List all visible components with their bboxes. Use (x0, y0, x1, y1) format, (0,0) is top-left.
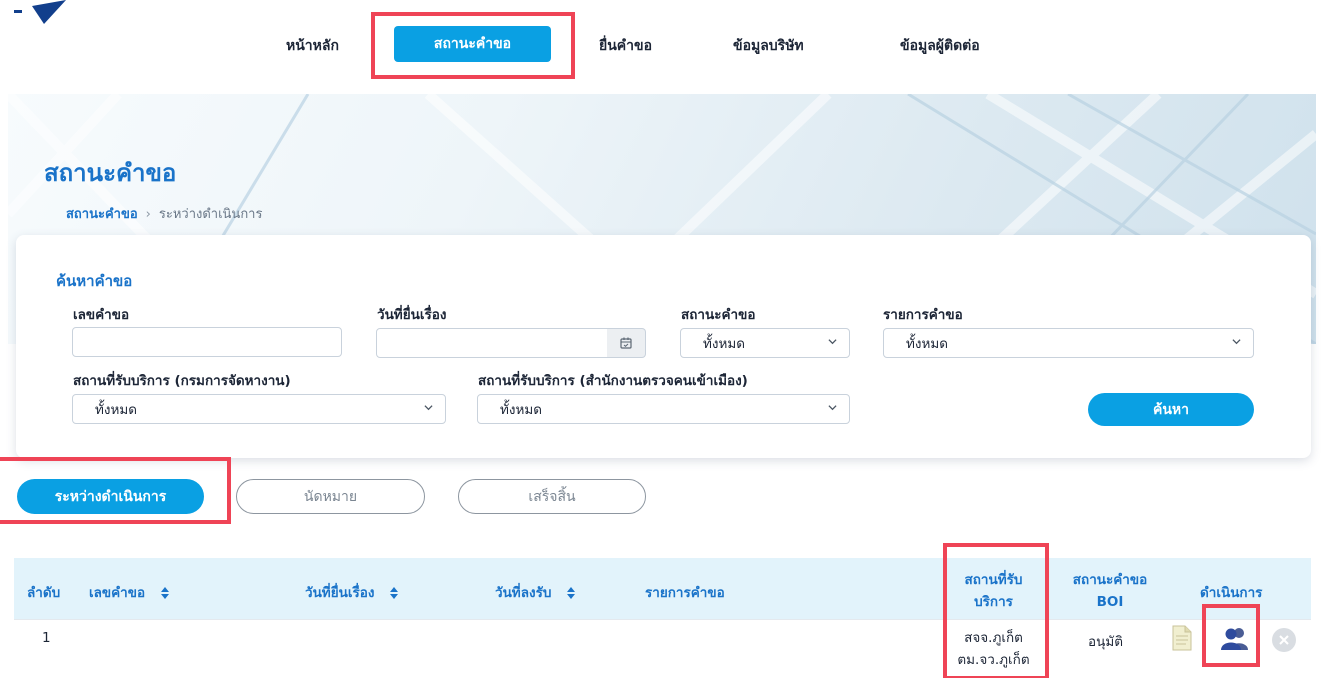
cancel-icon[interactable] (1271, 627, 1297, 653)
col-action: ดำเนินการ (1200, 585, 1263, 601)
page-title: สถานะคำขอ (44, 159, 177, 187)
sort-icon (390, 587, 399, 599)
breadcrumb: สถานะคำขอ › ระหว่างดำเนินการ (66, 203, 262, 224)
request-type-label: รายการคำขอ (883, 307, 963, 323)
col-signed-date[interactable]: วันที่ลงรับ (495, 581, 576, 603)
nav-company-info[interactable]: ข้อมูลบริษัท (733, 35, 804, 57)
status-select-value: ทั้งหมด (703, 336, 746, 352)
search-card-title: ค้นหาคำขอ (56, 272, 133, 290)
chevron-down-icon (828, 405, 837, 411)
breadcrumb-current: ระหว่างดำเนินการ (158, 207, 263, 222)
chevron-down-icon (1232, 339, 1241, 345)
search-button[interactable]: ค้นหา (1088, 393, 1254, 426)
service-doe-label: สถานที่รับบริการ (กรมการจัดหางาน) (73, 373, 291, 389)
highlight-tab-in-progress (0, 457, 231, 524)
service-doe-select-value: ทั้งหมด (95, 402, 138, 418)
service-imm-select-value: ทั้งหมด (500, 402, 543, 418)
highlight-service-place (943, 543, 1049, 678)
nav-submit-request[interactable]: ยื่นคำขอ (599, 35, 652, 57)
status-label: สถานะคำขอ (681, 307, 756, 323)
chevron-down-icon (424, 405, 433, 411)
document-icon[interactable] (1172, 625, 1192, 651)
col-request-type: รายการคำขอ (645, 585, 725, 601)
request-no-input[interactable] (72, 327, 342, 357)
breadcrumb-link[interactable]: สถานะคำขอ (66, 207, 138, 222)
tab-appointment[interactable]: นัดหมาย (236, 479, 425, 514)
table-header-divider (14, 619, 1311, 620)
row-index: 1 (42, 630, 51, 646)
submit-date-input[interactable] (376, 328, 608, 358)
col-signed-date-label: วันที่ลงรับ (495, 585, 552, 601)
col-submit-date[interactable]: วันที่ยื่นเรื่อง (305, 581, 399, 603)
nav-home[interactable]: หน้าหลัก (286, 35, 339, 57)
sort-icon (160, 587, 169, 599)
sort-icon (567, 587, 576, 599)
service-imm-label: สถานที่รับบริการ (สำนักงานตรวจคนเข้าเมือ… (478, 373, 748, 389)
status-select[interactable]: ทั้งหมด (680, 328, 850, 358)
top-nav: หน้าหลัก สถานะคำขอ ยื่นคำขอ ข้อมูลบริษัท… (0, 0, 1323, 92)
calendar-icon (620, 337, 632, 349)
chevron-down-icon (828, 339, 837, 345)
highlight-nav-status (371, 12, 575, 79)
col-boi-status: สถานะคำขอ BOI (1060, 569, 1160, 613)
nav-contact-info[interactable]: ข้อมูลผู้ติดต่อ (900, 35, 980, 57)
col-request-no-label: เลขคำขอ (89, 585, 146, 601)
submit-date-label: วันที่ยื่นเรื่อง (377, 307, 447, 323)
service-doe-select[interactable]: ทั้งหมด (72, 394, 446, 424)
calendar-button[interactable] (607, 328, 646, 358)
request-type-select-value: ทั้งหมด (906, 336, 949, 352)
col-index: ลำดับ (27, 585, 61, 601)
highlight-users-icon (1202, 604, 1260, 667)
request-type-select[interactable]: ทั้งหมด (883, 328, 1254, 358)
request-no-label: เลขคำขอ (73, 307, 130, 323)
service-imm-select[interactable]: ทั้งหมด (477, 394, 850, 424)
row-boi-status: อนุมัติ (1088, 634, 1124, 650)
col-boi-status-line1: สถานะคำขอ (1072, 572, 1148, 588)
col-submit-date-label: วันที่ยื่นเรื่อง (305, 585, 375, 601)
breadcrumb-separator: › (145, 207, 151, 222)
col-request-no[interactable]: เลขคำขอ (89, 581, 170, 603)
col-boi-status-line2: BOI (1096, 594, 1124, 610)
tab-completed[interactable]: เสร็จสิ้น (458, 479, 646, 514)
